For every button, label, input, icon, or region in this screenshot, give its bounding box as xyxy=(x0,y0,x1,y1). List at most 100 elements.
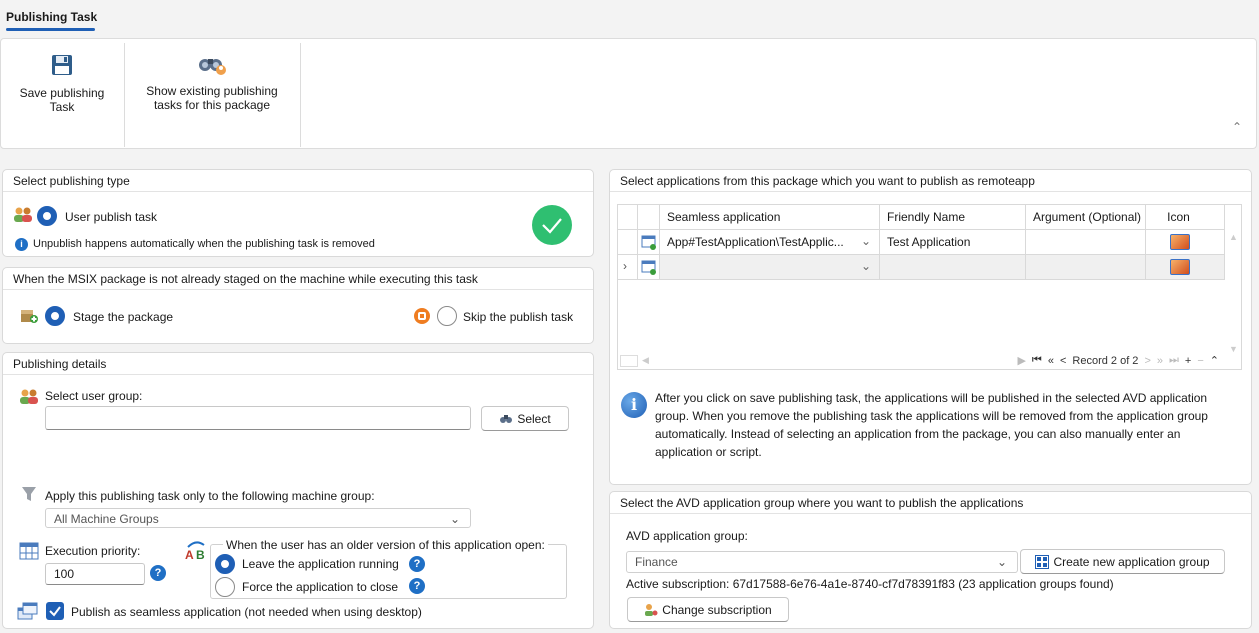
avd-group-select[interactable]: Finance ⌄ xyxy=(626,551,1018,573)
save-icon xyxy=(52,55,72,75)
current-row-indicator-icon: › xyxy=(618,255,638,280)
skip-publish-label: Skip the publish task xyxy=(463,310,574,324)
chevron-down-icon[interactable]: ⌄ xyxy=(861,234,871,248)
publishing-type-panel: Select publishing type User publish task… xyxy=(2,169,594,257)
next-page-icon[interactable]: » xyxy=(1157,355,1163,367)
save-publishing-task-button[interactable]: Save publishing Task xyxy=(7,39,117,147)
user-publish-label: User publish task xyxy=(65,210,158,224)
app-image-icon[interactable] xyxy=(1170,234,1190,250)
row-icon-header xyxy=(638,205,660,230)
avd-group-label: AVD application group: xyxy=(626,529,748,543)
previous-page-icon[interactable]: « xyxy=(1048,355,1054,367)
icon-cell[interactable] xyxy=(1146,230,1225,255)
avd-header: Select the AVD application group where y… xyxy=(610,492,1251,514)
seamless-app-cell[interactable]: App#TestApplication\TestApplic... ⌄ xyxy=(660,230,880,255)
scroll-left-icon[interactable]: ◀ xyxy=(642,355,649,366)
show-existing-tasks-button[interactable]: Show existing publishing tasks for this … xyxy=(131,39,293,147)
skip-publish-radio[interactable] xyxy=(437,306,457,326)
first-record-icon[interactable]: ⏮ xyxy=(1032,354,1042,367)
column-header-friendly[interactable]: Friendly Name xyxy=(880,205,1026,230)
previous-record-icon[interactable]: < xyxy=(1060,355,1066,367)
user-group-icon xyxy=(20,389,38,404)
show-existing-tasks-label: Show existing publishing tasks for this … xyxy=(146,84,278,112)
friendly-name-cell[interactable] xyxy=(880,255,1026,280)
priority-help-icon[interactable]: ? xyxy=(150,565,166,581)
machine-group-select[interactable]: All Machine Groups ⌄ xyxy=(45,508,471,528)
force-close-label: Force the application to close xyxy=(242,580,399,594)
user-group-input[interactable] xyxy=(45,406,471,430)
seamless-checkbox[interactable] xyxy=(46,602,64,620)
leave-running-help-icon[interactable]: ? xyxy=(409,556,425,572)
machine-group-label: Apply this publishing task only to the f… xyxy=(45,489,375,503)
chevron-down-icon: ⌄ xyxy=(996,555,1007,569)
older-version-label: When the user has an older version of th… xyxy=(223,538,548,552)
select-user-group-button[interactable]: Select xyxy=(481,406,569,431)
priority-table-icon xyxy=(19,542,39,560)
argument-cell[interactable] xyxy=(1026,230,1146,255)
staging-header: When the MSIX package is not already sta… xyxy=(3,268,593,290)
create-application-group-button[interactable]: Create new application group xyxy=(1020,549,1225,574)
grid-vertical-scrollbar[interactable]: ▲ ▼ xyxy=(1225,230,1241,356)
table-row[interactable]: App#TestApplication\TestApplic... ⌄ Test… xyxy=(618,230,1225,255)
user-publish-radio[interactable] xyxy=(37,206,57,226)
scroll-up-icon[interactable]: ▲ xyxy=(1229,232,1238,242)
scroll-down-icon[interactable]: ▼ xyxy=(1229,344,1238,354)
checkmark-icon xyxy=(49,606,61,617)
chevron-up-icon[interactable]: ⌃ xyxy=(1210,354,1219,367)
tab-strip: Publishing Task xyxy=(0,0,1259,38)
applications-header: Select applications from this package wh… xyxy=(610,170,1251,192)
users-icon xyxy=(14,207,32,222)
argument-cell[interactable] xyxy=(1026,255,1146,280)
execution-priority-input[interactable]: 100 xyxy=(45,563,145,585)
stage-package-radio[interactable] xyxy=(45,306,65,326)
grid-header-row: Seamless application Friendly Name Argum… xyxy=(618,205,1225,230)
grid-pager: ▶ ⏮ « < Record 2 of 2 > » ⏭ + − ⌃ xyxy=(1017,354,1219,367)
user-group-label: Select user group: xyxy=(45,389,143,403)
publishing-info-text: After you click on save publishing task,… xyxy=(655,391,1208,459)
force-close-help-icon[interactable]: ? xyxy=(409,578,425,594)
avd-group-value: Finance xyxy=(635,555,678,569)
leave-running-radio[interactable] xyxy=(215,554,235,574)
chevron-up-icon[interactable]: ⌃ xyxy=(1232,120,1242,134)
table-row[interactable]: › ⌄ xyxy=(618,255,1225,280)
publishing-details-header: Publishing details xyxy=(3,353,593,375)
unpublish-note: Unpublish happens automatically when the… xyxy=(33,238,375,250)
icon-cell[interactable] xyxy=(1146,255,1225,280)
binoculars-icon xyxy=(199,59,226,75)
app-image-icon[interactable] xyxy=(1170,259,1190,275)
remove-record-icon[interactable]: − xyxy=(1197,355,1203,367)
filter-icon xyxy=(22,487,36,501)
record-indicator: Record 2 of 2 xyxy=(1072,354,1139,367)
select-button-label: Select xyxy=(517,411,551,426)
staging-panel: When the MSIX package is not already sta… xyxy=(2,267,594,344)
tab-publishing-task[interactable]: Publishing Task xyxy=(6,10,97,24)
last-record-icon[interactable]: ⏭ xyxy=(1169,354,1179,367)
ribbon-separator xyxy=(300,43,301,147)
grid-add-icon xyxy=(1035,554,1050,569)
grid-corner xyxy=(620,355,638,367)
column-header-icon[interactable]: Icon xyxy=(1146,205,1225,230)
machine-group-value: All Machine Groups xyxy=(54,512,159,526)
row-indicator-header xyxy=(618,205,638,230)
svg-text:A: A xyxy=(185,548,194,562)
change-subscription-button[interactable]: Change subscription xyxy=(627,597,789,622)
column-header-seamless[interactable]: Seamless application xyxy=(660,205,880,230)
seamless-label: Publish as seamless application (not nee… xyxy=(71,605,422,619)
friendly-name-cell[interactable]: Test Application xyxy=(880,230,1026,255)
row-indicator xyxy=(618,230,638,255)
check-success-icon xyxy=(532,205,572,245)
create-group-label: Create new application group xyxy=(1053,554,1210,569)
seamless-app-cell[interactable]: ⌄ xyxy=(660,255,880,280)
ab-update-icon: A B xyxy=(185,541,205,562)
add-record-icon[interactable]: + xyxy=(1185,355,1191,367)
column-header-argument[interactable]: Argument (Optional) xyxy=(1026,205,1146,230)
scroll-right-icon[interactable]: ▶ xyxy=(1017,354,1025,367)
next-record-icon[interactable]: > xyxy=(1144,355,1150,367)
force-close-radio[interactable] xyxy=(215,577,235,597)
seamless-app-value: App#TestApplication\TestApplic... xyxy=(667,235,844,249)
leave-running-label: Leave the application running xyxy=(242,557,399,571)
chevron-down-icon[interactable]: ⌄ xyxy=(861,259,871,273)
windows-stack-icon xyxy=(17,602,38,620)
applications-grid[interactable]: Seamless application Friendly Name Argum… xyxy=(617,204,1242,370)
chevron-down-icon: ⌄ xyxy=(449,512,460,526)
